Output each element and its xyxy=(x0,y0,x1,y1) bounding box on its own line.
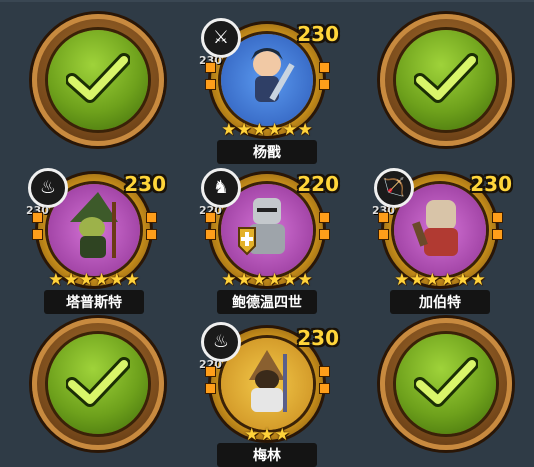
sword-icon: ⚔ xyxy=(201,18,241,58)
hero-name: 加伯特 xyxy=(390,290,490,314)
hero-power: 220 xyxy=(297,172,339,196)
star-rating: ★★★★★★ xyxy=(48,270,140,290)
hero-slot-baldwin[interactable]: ♞ 220 220 ★★★★★★ 鲍德温四世 xyxy=(199,164,339,314)
checkmark-icon xyxy=(414,53,478,103)
horse-icon: ♞ xyxy=(201,168,241,208)
hero-name: 梅林 xyxy=(217,443,317,467)
bow-icon: 🏹 xyxy=(374,168,414,208)
empty-slot-bottom-left[interactable] xyxy=(32,318,164,450)
star-rating: ★★★ xyxy=(244,425,290,445)
hero-power: 230 xyxy=(470,172,512,196)
star-rating: ★★★★★★ xyxy=(221,120,313,140)
checkmark-icon xyxy=(66,357,130,407)
star-rating: ★★★★★★ xyxy=(221,270,313,290)
grid-line xyxy=(0,0,534,2)
hero-portrait xyxy=(412,200,458,256)
hero-slot-merlin[interactable]: ♨ 230 220 ★★★ 梅林 xyxy=(199,318,339,467)
hero-portrait xyxy=(251,48,295,102)
hero-slot-tapusite[interactable]: ♨ 230 230 ★★★★★★ 塔普斯特 xyxy=(26,164,166,314)
hero-power: 230 xyxy=(297,22,339,46)
hero-power: 230 xyxy=(297,326,339,350)
empty-slot-top-right[interactable] xyxy=(380,14,512,146)
empty-slot-bottom-right[interactable] xyxy=(380,318,512,450)
hero-portrait xyxy=(238,198,285,256)
hero-portrait xyxy=(249,350,287,412)
hero-portrait xyxy=(70,192,118,258)
hero-power: 230 xyxy=(124,172,166,196)
hero-name: 杨戬 xyxy=(217,140,317,164)
hero-slot-jiabote[interactable]: 🏹 230 230 ★★★★★★ 加伯特 xyxy=(372,164,512,314)
checkmark-icon xyxy=(414,357,478,407)
checkmark-icon xyxy=(66,53,130,103)
flame-icon: ♨ xyxy=(28,168,68,208)
flame-icon: ♨ xyxy=(201,322,241,362)
empty-slot-top-left[interactable] xyxy=(32,14,164,146)
hero-name: 鲍德温四世 xyxy=(217,290,317,314)
hero-slot-yangjian[interactable]: ⚔ 230 230 ★★★★★★ 杨戬 xyxy=(199,14,339,164)
star-rating: ★★★★★★ xyxy=(394,270,486,290)
hero-name: 塔普斯特 xyxy=(44,290,144,314)
